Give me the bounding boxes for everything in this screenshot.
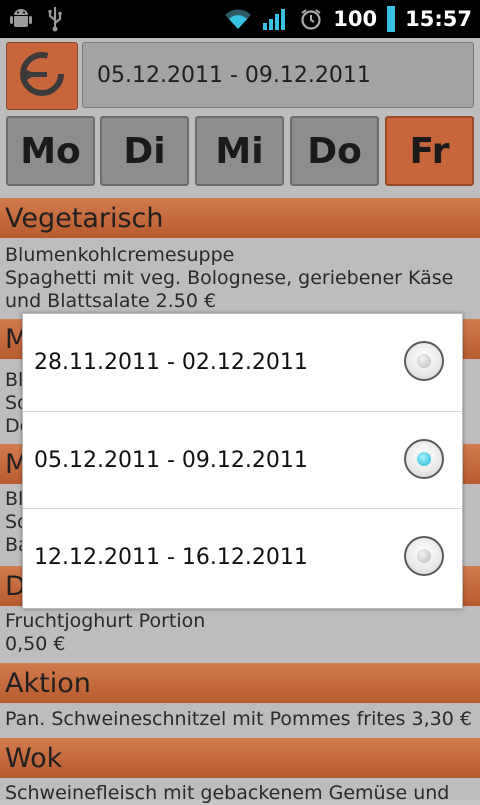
section-body-4: Fruchtjoghurt Portion 0,50 € (5, 610, 475, 656)
week-select-dialog: 28.11.2011 - 02.12.2011 05.12.2011 - 09.… (22, 313, 463, 609)
radio-dot (417, 354, 431, 368)
menu-line: Blumenkohlcremesuppe (5, 244, 235, 266)
radio-dot (417, 549, 431, 563)
week-option-label: 28.11.2011 - 02.12.2011 (34, 350, 308, 375)
alarm-icon (299, 7, 323, 31)
menu-line: Spaghetti mit veg. Bolognese, geriebener… (5, 267, 454, 289)
refresh-button[interactable] (6, 42, 78, 110)
radio-button[interactable] (404, 341, 444, 381)
radio-button-selected[interactable] (404, 439, 444, 479)
tab-wednesday[interactable]: Mi (195, 116, 284, 186)
section-body-vegetarisch: Blumenkohlcremesuppe Spaghetti mit veg. … (5, 244, 475, 313)
battery-icon (387, 6, 396, 32)
battery-percent: 100 (333, 7, 378, 31)
radio-button[interactable] (404, 536, 444, 576)
status-bar: 100 15:57 (0, 0, 480, 38)
signal-icon (263, 7, 289, 31)
android-debug-icon (10, 7, 32, 31)
section-header-aktion: Aktion (0, 663, 480, 703)
week-option-label: 05.12.2011 - 09.12.2011 (34, 447, 308, 473)
week-range-display[interactable]: 05.12.2011 - 09.12.2011 (82, 42, 474, 108)
week-option[interactable]: 28.11.2011 - 02.12.2011 (23, 314, 462, 411)
radio-dot (417, 452, 431, 466)
clock: 15:57 (405, 7, 472, 31)
menu-line: 0,50 € (5, 633, 66, 655)
menu-line: Schweinefleisch mit gebackenem Gemüse un… (5, 782, 450, 804)
menu-line: Fruchtjoghurt Portion (5, 610, 206, 632)
weekday-tabs: Mo Di Mi Do Fr (6, 116, 474, 186)
tab-friday[interactable]: Fr (385, 116, 474, 186)
week-option[interactable]: 12.12.2011 - 16.12.2011 (23, 508, 462, 605)
tab-thursday[interactable]: Do (290, 116, 379, 186)
usb-icon (46, 6, 64, 32)
week-option-label: 12.12.2011 - 16.12.2011 (34, 544, 308, 570)
tab-tuesday[interactable]: Di (100, 116, 189, 186)
week-option[interactable]: 05.12.2011 - 09.12.2011 (23, 411, 462, 508)
section-header-vegetarisch: Vegetarisch (0, 198, 480, 238)
section-body-aktion: Pan. Schweineschnitzel mit Pommes frites… (5, 708, 475, 731)
menu-line: Pan. Schweineschnitzel mit Pommes frites… (5, 708, 472, 730)
wifi-icon (223, 7, 253, 31)
section-body-wok: Schweinefleisch mit gebackenem Gemüse un… (5, 782, 475, 805)
tab-monday[interactable]: Mo (6, 116, 95, 186)
refresh-icon (17, 49, 67, 103)
section-header-wok: Wok (0, 738, 480, 778)
menu-line: und Blattsalate 2.50 € (5, 290, 217, 312)
